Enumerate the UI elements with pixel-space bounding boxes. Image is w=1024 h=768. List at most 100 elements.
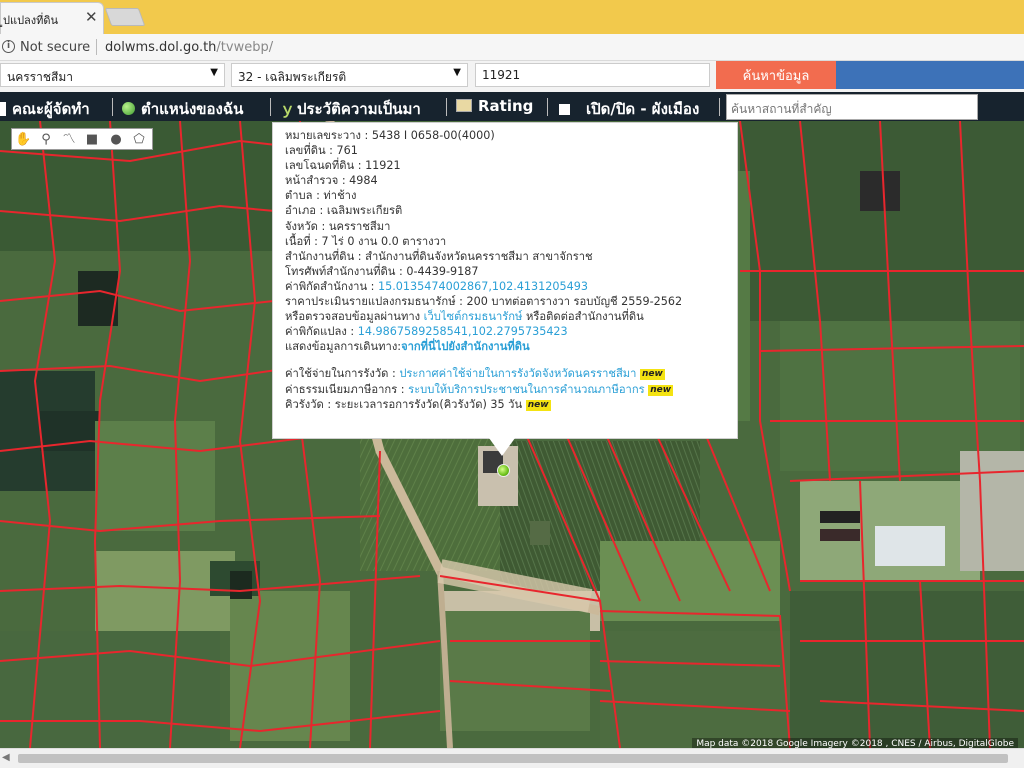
district-select[interactable]: 32 - เฉลิมพระเกียรติ ▼	[231, 63, 468, 87]
nav-item-rating[interactable]: Rating	[456, 97, 533, 115]
district-value: 32 - เฉลิมพระเกียรติ	[238, 70, 347, 84]
parcel-coord-link[interactable]: 14.9867589258541,102.2795735423	[358, 325, 568, 338]
chevron-down-icon: ▼	[210, 67, 218, 78]
polygon-icon[interactable]: ⬠	[131, 132, 147, 148]
nav-item-label: คณะผู้จัดทำ	[12, 100, 90, 118]
row-value: 5438 I 0658-00(4000)	[371, 129, 495, 142]
parcel-info-row: เนื้อที่ : 7 ไร่ 0 งาน 0.0 ตารางวา	[285, 234, 447, 248]
popup-pointer	[489, 438, 515, 456]
info-icon[interactable]: i	[2, 40, 15, 53]
province-value: นครราชสีมา	[7, 70, 73, 84]
hand-icon[interactable]: ✋	[15, 132, 31, 148]
fee-row: ค่าธรรมเนียมภาษีอากร : ระบบให้บริการประช…	[285, 382, 674, 396]
nav-divider	[547, 98, 548, 116]
nav-divider	[112, 98, 113, 116]
row-value: 7 ไร่ 0 งาน 0.0 ตารางวา	[321, 234, 447, 248]
nav-item-label: ตำแหน่งของฉัน	[141, 100, 244, 118]
parcel-info-row: ค่าพิกัดสำนักงาน : 15.0135474002867,102.…	[285, 279, 588, 293]
tab-title: ูปแปลงที่ดิน	[3, 14, 59, 27]
row-value: 200 บาทต่อตารางวา รอบบัญชี 2559-2562	[466, 295, 683, 309]
checkbox-icon[interactable]	[559, 104, 570, 115]
parcel-info-row: ตำบล : ท่าช้าง	[285, 189, 357, 203]
parcel-info-rows: หมายเลขระวาง : 5438 I 0658-00(4000) เลขที…	[285, 128, 725, 309]
parcel-marker-icon[interactable]	[497, 464, 510, 477]
row-value: 761	[336, 144, 358, 158]
parcel-info-row: อำเภอ : เฉลิมพระเกียรติ	[285, 204, 403, 218]
parcel-info-row: เลขที่ดิน : 761	[285, 144, 358, 158]
verify-row: หรือตรวจสอบข้อมูลผ่านทาง เว็บไซต์กรมธนาร…	[285, 309, 725, 324]
search-button[interactable]: ค้นหาข้อมูล	[716, 61, 836, 89]
chevron-down-icon: ▼	[453, 67, 461, 78]
row-label: เลขโฉนดที่ดิน	[285, 159, 355, 173]
close-icon[interactable]: ✕	[85, 8, 98, 26]
row-value: นครราชสีมา	[328, 219, 391, 233]
new-tab-button[interactable]	[104, 8, 146, 26]
row-label: สำนักงานที่ดิน	[285, 249, 355, 263]
row-label: เนื้อที่	[285, 234, 311, 248]
survey-cost-row: ค่าใช้จ่ายในการรังวัด : ประกาศค่าใช้จ่าย…	[285, 367, 665, 381]
row-value: เฉลิมพระเกียรติ	[326, 204, 403, 218]
browser-tab[interactable]: ูปแปลงที่ดิน ✕	[0, 2, 104, 34]
row-label: ตำบล	[285, 189, 313, 203]
queue-label: คิวรังวัด	[285, 397, 324, 411]
parcel-coord-row: ค่าพิกัดแปลง : 14.9867589258541,102.2795…	[285, 325, 568, 339]
verify-prefix: หรือตรวจสอบข้อมูลผ่านทาง	[285, 310, 421, 324]
address-divider	[96, 39, 97, 55]
popup-spacer	[285, 354, 725, 366]
nav-divider	[270, 98, 271, 116]
row-label: ค่าพิกัดสำนักงาน	[285, 279, 368, 293]
queue-value: ระยะเวลารอการรังวัด(คิวรังวัด) 35 วัน	[334, 397, 523, 411]
horizontal-scrollbar[interactable]: ◀	[0, 748, 1024, 768]
parcel-info-row: โทรศัพท์สำนักงานที่ดิน : 0-4439-9187	[285, 264, 479, 278]
chart-icon	[456, 99, 472, 112]
parcel-info-row: สำนักงานที่ดิน : สำนักงานที่ดินจังหวัดนค…	[285, 249, 593, 263]
nav-item-my-location[interactable]: ตำแหน่งของฉัน	[122, 97, 243, 121]
row-value: สำนักงานที่ดินจังหวัดนครราชสีมา สาขาจักร…	[365, 249, 593, 263]
address-bar[interactable]: i Not secure dolwms.dol.go.th/tvwebp/	[0, 34, 1024, 61]
row-label: หมายเลขระวาง	[285, 129, 361, 142]
url-path: /tvwebp/	[216, 40, 274, 55]
row-value: ท่าช้าง	[323, 189, 357, 203]
parcel-info-row: หน้าสำรวจ : 4984	[285, 174, 378, 188]
fee-link[interactable]: ระบบให้บริการประชาชนในการคำนวณภาษีอากร	[408, 383, 645, 396]
survey-cost-label: ค่าใช้จ่ายในการรังวัด	[285, 367, 389, 381]
nav-item-city-plan-toggle[interactable]: เปิด/ปิด - ผังเมือง	[559, 97, 699, 121]
rectangle-icon[interactable]: ■	[84, 132, 100, 148]
row-label: ราคาประเมินรายแปลงกรมธนารักษ์	[285, 295, 456, 309]
row-value[interactable]: 15.0135474002867,102.4131205493	[378, 280, 588, 293]
sprout-icon: ｙ	[280, 100, 296, 118]
parcel-info-row: เลขโฉนดที่ดิน : 11921	[285, 159, 401, 173]
row-label: โทรศัพท์สำนักงานที่ดิน	[285, 264, 396, 278]
row-label: หน้าสำรวจ	[285, 174, 339, 188]
nav-item-label: เปิด/ปิด - ผังเมือง	[586, 100, 700, 118]
not-secure-label: Not secure	[20, 40, 91, 55]
row-value: 0-4439-9187	[406, 264, 479, 278]
header-accent	[836, 61, 1024, 89]
survey-cost-link[interactable]: ประกาศค่าใช้จ่ายในการรังวัดจังหวัดนครราช…	[399, 367, 636, 380]
parcel-info-row: ราคาประเมินรายแปลงกรมธนารักษ์ : 200 บาทต…	[285, 295, 683, 309]
route-link[interactable]: จากที่นี่ไปยังสำนักงานที่ดิน	[401, 340, 530, 353]
fee-label: ค่าธรรมเนียมภาษีอากร	[285, 382, 398, 396]
treasury-link[interactable]: เว็บไซต์กรมธนารักษ์	[424, 310, 523, 323]
people-icon	[0, 102, 6, 116]
parcel-coord-label: ค่าพิกัดแปลง	[285, 325, 347, 339]
scroll-left-icon[interactable]: ◀	[2, 752, 10, 763]
parcel-info-row: หมายเลขระวาง : 5438 I 0658-00(4000)	[285, 129, 495, 142]
polyline-icon[interactable]: 〽	[61, 132, 77, 148]
row-value: 11921	[365, 159, 401, 173]
circle-icon[interactable]: ●	[108, 132, 124, 148]
row-value: 4984	[349, 174, 378, 188]
row-label: อำเภอ	[285, 204, 316, 218]
province-select[interactable]: นครราชสีมา ▼	[0, 63, 225, 87]
place-search-input[interactable]: ค้นหาสถานที่สำคัญ	[726, 94, 978, 120]
parcel-number-value: 11921	[482, 68, 521, 82]
scrollbar-thumb[interactable]	[18, 754, 1008, 763]
nav-item-history[interactable]: ｙ ประวัติความเป็นมา	[280, 97, 421, 121]
url-text[interactable]: dolwms.dol.go.th/tvwebp/	[105, 40, 273, 55]
row-label: จังหวัด	[285, 219, 318, 233]
parcel-number-input[interactable]: 11921	[475, 63, 710, 87]
queue-row: คิวรังวัด : ระยะเวลารอการรังวัด(คิวรังวั…	[285, 397, 551, 411]
pin-icon[interactable]: ⚲	[38, 132, 54, 148]
nav-item-team[interactable]: คณะผู้จัดทำ	[0, 97, 90, 121]
url-host: dolwms.dol.go.th	[105, 40, 217, 55]
